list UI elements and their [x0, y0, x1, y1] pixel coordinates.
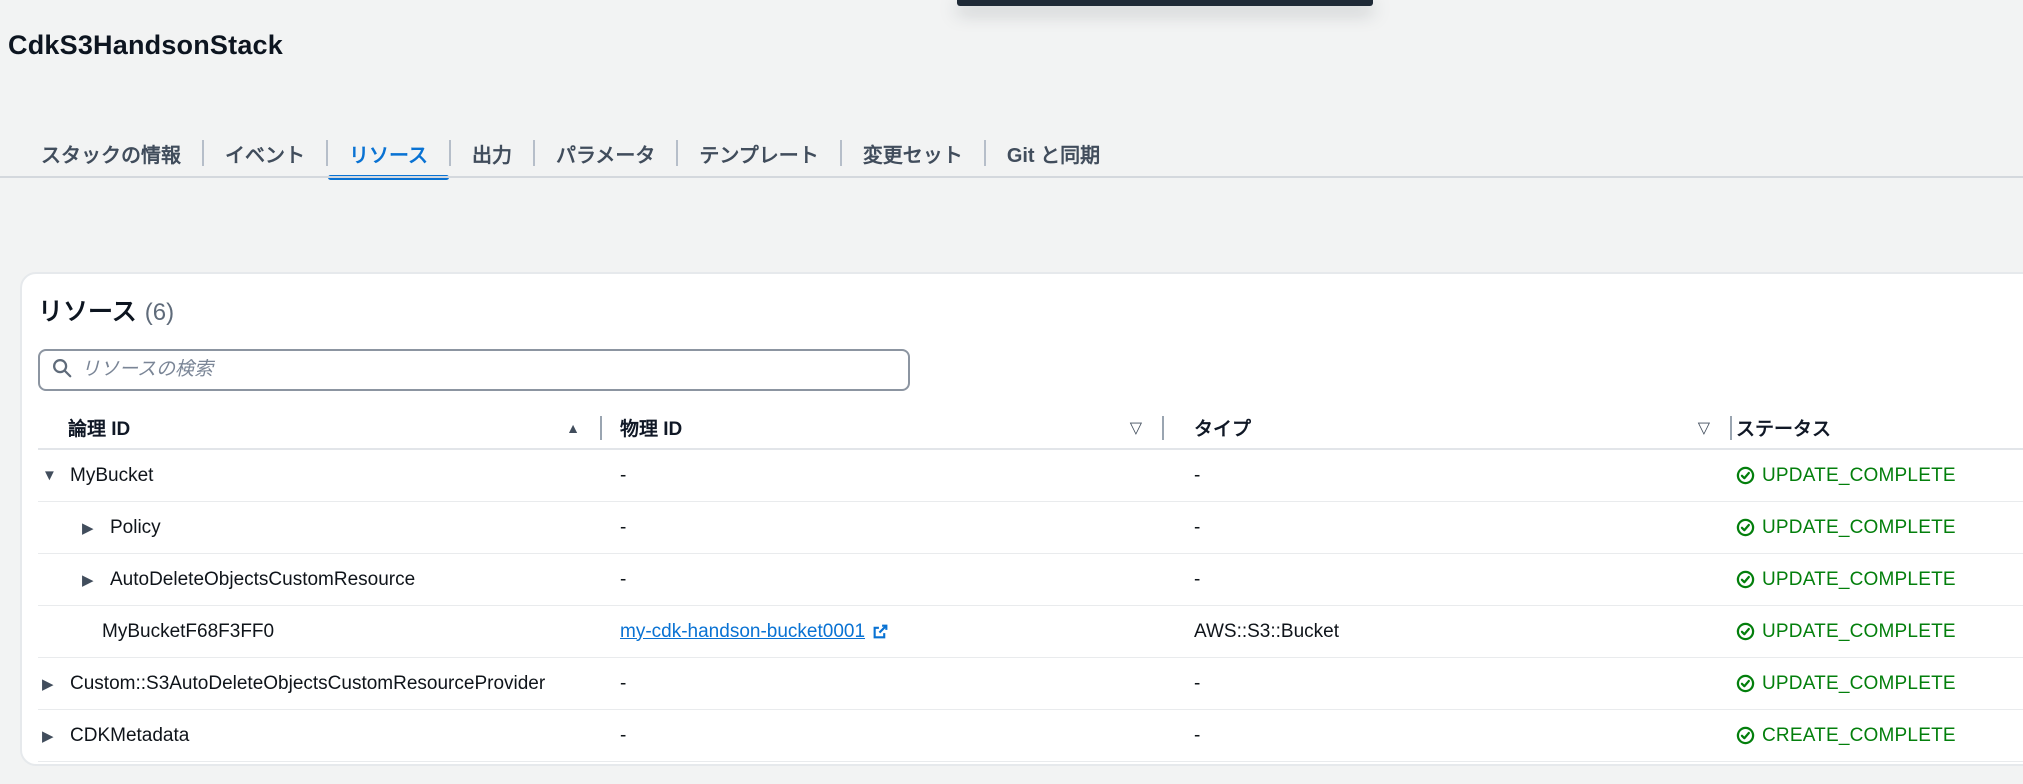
tab-6[interactable]: テンプレート: [678, 128, 839, 178]
status-success-icon: [1736, 622, 1755, 641]
tabs-divider-rule: [0, 176, 2023, 178]
tab-7[interactable]: 変更セット: [842, 128, 984, 178]
top-overlay-bar: [957, 0, 1373, 6]
status-text: UPDATE_COMPLETE: [1762, 568, 1956, 590]
tab-2[interactable]: イベント: [204, 128, 326, 178]
expand-caret-icon[interactable]: ▶: [42, 727, 70, 745]
table-row: ▶ Custom::S3AutoDeleteObjectsCustomResou…: [38, 658, 2023, 710]
logical-id-text: MyBucket: [70, 464, 154, 486]
physical-id-cell: -: [602, 673, 1164, 695]
resources-panel: リソース (6) 論理 ID ▲ 物理 ID ▽ タイプ ▽ ステータス: [20, 272, 2023, 766]
physical-id-text: -: [620, 464, 627, 486]
logical-id-text: Policy: [110, 516, 161, 538]
physical-id-cell: -: [602, 465, 1164, 487]
search-input[interactable]: [81, 351, 896, 389]
physical-id-cell: -: [602, 569, 1164, 591]
collapse-caret-icon[interactable]: ▼: [42, 467, 70, 484]
logical-id-text: MyBucketF68F3FF0: [102, 620, 275, 642]
type-cell: -: [1194, 516, 1201, 538]
table-row: ▼ MyBucket - - UPDATE_COMPLETE: [38, 450, 2023, 502]
tab-8[interactable]: Git と同期: [986, 128, 1121, 178]
column-header-type[interactable]: タイプ ▽: [1164, 407, 1732, 448]
physical-id-cell: my-cdk-handson-bucket0001: [602, 621, 1164, 643]
filter-icon[interactable]: ▽: [1130, 418, 1142, 438]
type-cell: -: [1194, 464, 1201, 486]
tab-1[interactable]: スタックの情報: [20, 128, 202, 178]
physical-id-link[interactable]: my-cdk-handson-bucket0001: [620, 621, 889, 643]
status-success-icon: [1736, 726, 1755, 745]
resources-table: 論理 ID ▲ 物理 ID ▽ タイプ ▽ ステータス ▼ MyBucket -: [38, 407, 2023, 762]
logical-id-cell: ▶ AutoDeleteObjectsCustomResource: [38, 569, 602, 591]
logical-id-cell: ▼ MyBucket: [38, 465, 602, 487]
status-text: CREATE_COMPLETE: [1762, 724, 1956, 746]
type-cell: AWS::S3::Bucket: [1194, 620, 1340, 642]
logical-id-cell: ▶ Policy: [38, 517, 602, 539]
page-title: CdkS3HandsonStack: [8, 30, 283, 60]
panel-heading: リソース (6): [38, 296, 2023, 329]
status-text: UPDATE_COMPLETE: [1762, 672, 1956, 694]
physical-id-link-text: my-cdk-handson-bucket0001: [620, 620, 866, 642]
sort-ascending-icon[interactable]: ▲: [566, 420, 580, 436]
expand-caret-icon[interactable]: ▶: [82, 519, 110, 537]
expand-caret-icon[interactable]: ▶: [82, 571, 110, 589]
status-text: UPDATE_COMPLETE: [1762, 516, 1956, 538]
status-cell: UPDATE_COMPLETE: [1732, 621, 2023, 643]
physical-id-text: -: [620, 724, 627, 746]
table-body: ▼ MyBucket - - UPDATE_COMPLETE ▶ Policy …: [38, 450, 2023, 762]
table-row: ▶ AutoDeleteObjectsCustomResource - - UP…: [38, 554, 2023, 606]
physical-id-cell: -: [602, 725, 1164, 747]
tab-list: スタックの情報 イベント リソース 出力 パラメータ テンプレート 変更セット …: [20, 128, 1121, 180]
column-header-logical-id[interactable]: 論理 ID ▲: [38, 407, 602, 448]
physical-id-text: -: [620, 568, 627, 590]
status-text: UPDATE_COMPLETE: [1762, 620, 1956, 642]
logical-id-cell: ▶ Custom::S3AutoDeleteObjectsCustomResou…: [38, 673, 602, 695]
column-header-physical-id[interactable]: 物理 ID ▽: [602, 407, 1164, 448]
type-cell: -: [1194, 724, 1201, 746]
status-success-icon: [1736, 518, 1755, 537]
type-cell: -: [1194, 672, 1201, 694]
type-cell: -: [1194, 568, 1201, 590]
status-cell: CREATE_COMPLETE: [1732, 725, 2023, 747]
panel-title: リソース: [38, 298, 137, 326]
logical-id-cell: MyBucketF68F3FF0: [38, 621, 602, 643]
table-header: 論理 ID ▲ 物理 ID ▽ タイプ ▽ ステータス: [38, 407, 2023, 450]
status-success-icon: [1736, 466, 1755, 485]
logical-id-text: Custom::S3AutoDeleteObjectsCustomResourc…: [70, 672, 546, 694]
resource-count: (6): [144, 299, 175, 326]
tab-3[interactable]: リソース: [328, 128, 449, 180]
expand-caret-icon[interactable]: ▶: [42, 675, 70, 693]
table-row: MyBucketF68F3FF0 my-cdk-handson-bucket00…: [38, 606, 2023, 658]
status-success-icon: [1736, 570, 1755, 589]
external-link-icon: [872, 623, 889, 640]
status-cell: UPDATE_COMPLETE: [1732, 569, 2023, 591]
physical-id-cell: -: [602, 517, 1164, 539]
tab-5[interactable]: パラメータ: [535, 128, 676, 178]
resource-search[interactable]: [38, 349, 910, 391]
table-row: ▶ Policy - - UPDATE_COMPLETE: [38, 502, 2023, 554]
filter-icon[interactable]: ▽: [1698, 418, 1710, 438]
table-row: ▶ CDKMetadata - - CREATE_COMPLETE: [38, 710, 2023, 762]
physical-id-text: -: [620, 516, 627, 538]
column-header-status: ステータス: [1736, 419, 1832, 440]
physical-id-text: -: [620, 672, 627, 694]
status-cell: UPDATE_COMPLETE: [1732, 517, 2023, 539]
status-cell: UPDATE_COMPLETE: [1732, 465, 2023, 487]
logical-id-text: CDKMetadata: [70, 724, 190, 746]
search-icon: [52, 358, 72, 383]
status-cell: UPDATE_COMPLETE: [1732, 673, 2023, 695]
logical-id-cell: ▶ CDKMetadata: [38, 725, 602, 747]
status-text: UPDATE_COMPLETE: [1762, 464, 1956, 486]
logical-id-text: AutoDeleteObjectsCustomResource: [110, 568, 416, 590]
status-success-icon: [1736, 674, 1755, 693]
tab-4[interactable]: 出力: [451, 128, 533, 178]
